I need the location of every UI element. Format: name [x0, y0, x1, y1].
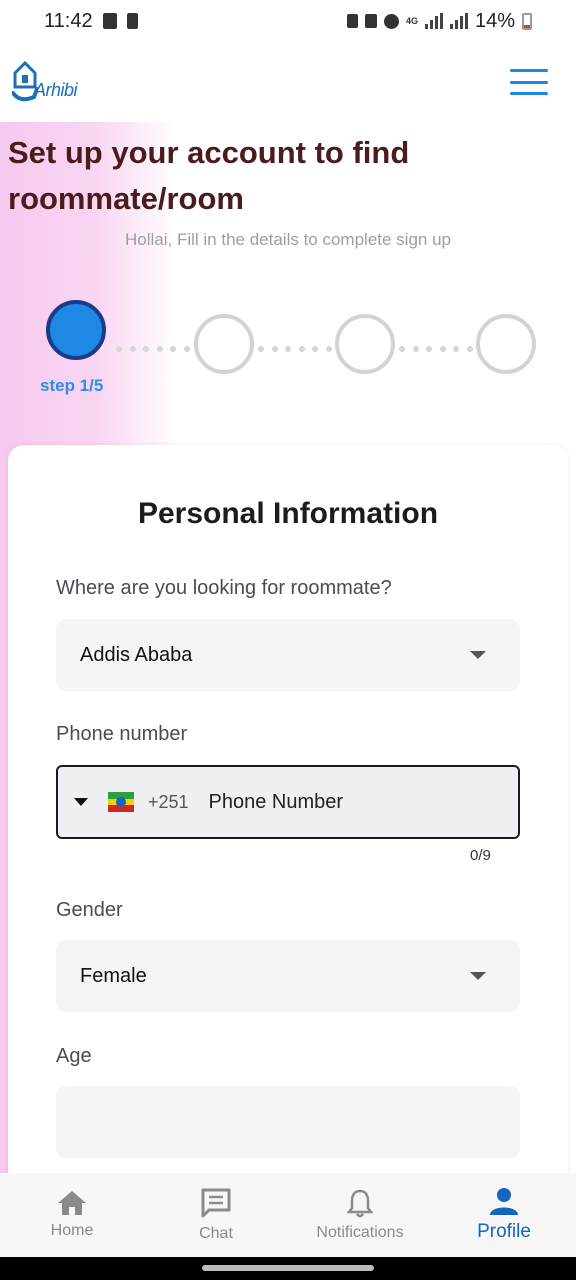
phone-char-counter: 0/9 [470, 847, 491, 864]
step-connector-3 [399, 346, 473, 352]
country-dropdown-icon[interactable] [74, 798, 88, 806]
alarm-icon [383, 13, 399, 29]
step-3-circle [335, 314, 395, 374]
logo-text: Arhibi [34, 80, 78, 100]
battery-percent: 14% [474, 9, 515, 32]
gender-value: Female [80, 964, 147, 987]
nav-home[interactable]: Home [0, 1173, 144, 1257]
gender-select[interactable]: Female [56, 940, 520, 1012]
status-left: 11:42 [44, 10, 138, 33]
bottom-nav: Home Chat Notifications Profile [0, 1173, 576, 1257]
location-value: Addis Ababa [80, 643, 193, 666]
phone-field[interactable]: +251 [56, 765, 520, 839]
step-4-circle [476, 314, 536, 374]
signal-icon-2 [449, 13, 468, 29]
dropdown-arrow-icon [470, 972, 486, 980]
progress-stepper: step 1/5 [40, 300, 546, 400]
page-title: Set up your account to find roommate/roo… [8, 135, 410, 216]
home-gesture-handle[interactable] [202, 1265, 374, 1271]
personal-info-card: Personal Information Where are you looki… [8, 445, 568, 1205]
nav-chat[interactable]: Chat [144, 1173, 288, 1257]
person-icon [490, 1188, 518, 1215]
sim-icon [364, 14, 377, 28]
nav-profile[interactable]: Profile [432, 1173, 576, 1257]
location-select[interactable]: Addis Ababa [56, 619, 520, 691]
step-2-circle [194, 314, 254, 374]
phone-input[interactable] [208, 790, 469, 814]
status-time: 11:42 [44, 9, 93, 32]
battery-icon [522, 12, 532, 30]
dropdown-arrow-icon [470, 651, 486, 659]
ethiopia-flag-icon[interactable] [108, 792, 134, 813]
card-title: Personal Information [137, 497, 439, 530]
age-label: Age [56, 1045, 92, 1067]
app-logo[interactable]: Arhibi [12, 59, 78, 105]
step-label: step 1/5 [40, 376, 104, 395]
app-notification-icon [346, 14, 358, 28]
bell-icon [346, 1189, 374, 1218]
nav-notifications[interactable]: Notifications [288, 1173, 432, 1257]
dial-code: +251 [148, 791, 189, 812]
status-bar: 11:42 4G 14% [0, 0, 576, 42]
age-input[interactable] [56, 1086, 520, 1158]
nav-chat-label: Chat [199, 1225, 233, 1242]
step-1-circle [46, 300, 106, 360]
app-header: Arhibi [0, 52, 576, 112]
signal-icon [424, 13, 443, 29]
network-type: 4G [405, 15, 418, 26]
gallery-icon [102, 13, 117, 29]
alert-icon [126, 13, 138, 29]
menu-icon[interactable] [510, 69, 548, 95]
home-icon [58, 1191, 86, 1215]
nav-notifications-label: Notifications [316, 1224, 404, 1241]
step-connector-1 [116, 346, 190, 352]
phone-label: Phone number [56, 723, 188, 745]
step-connector-2 [258, 346, 332, 352]
nav-profile-label: Profile [477, 1221, 531, 1242]
gender-label: Gender [56, 899, 123, 921]
nav-home-label: Home [50, 1222, 94, 1239]
chat-icon [201, 1188, 231, 1218]
page-subtitle: Hollai, Fill in the details to complete … [125, 230, 451, 249]
status-right: 4G 14% [346, 9, 532, 33]
location-label: Where are you looking for roommate? [56, 577, 392, 599]
